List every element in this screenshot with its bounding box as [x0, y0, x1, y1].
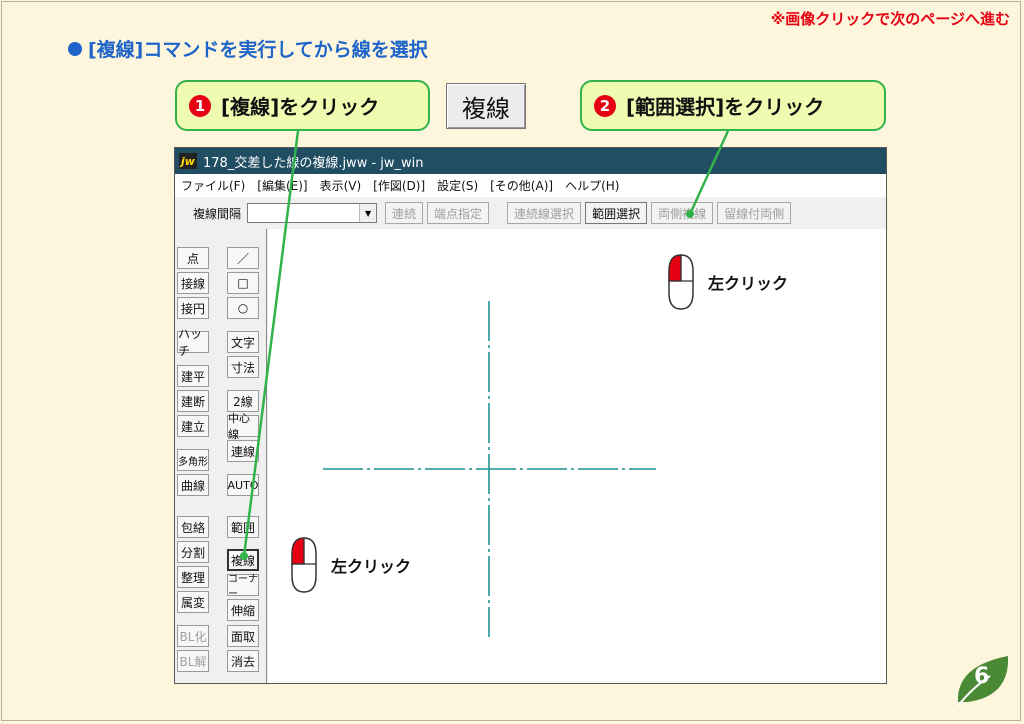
bullet-icon	[68, 41, 82, 56]
tool-elevation[interactable]: 建立	[177, 415, 209, 437]
page-number-badge[interactable]: 6	[952, 652, 1012, 708]
fukusen-button-enlarged: 複線	[446, 83, 526, 129]
continuous-line-select-button[interactable]: 連続線選択	[507, 202, 582, 224]
tool-block-explode[interactable]: BL解	[177, 650, 209, 672]
tool-organize[interactable]: 整理	[177, 566, 209, 588]
continuous-button[interactable]: 連続	[385, 202, 424, 224]
next-page-note[interactable]: ※画像クリックで次のページへ進む	[771, 8, 1010, 29]
page-number: 6	[974, 664, 990, 689]
menu-other[interactable]: [その他(A)]	[490, 177, 553, 194]
tool-text[interactable]: 文字	[227, 331, 259, 353]
tool-hatch[interactable]: ハッチ	[177, 327, 209, 358]
tool-point[interactable]: 点	[177, 247, 209, 269]
window-title: 178_交差した線の複線.jww - jw_win	[203, 155, 424, 171]
menu-view[interactable]: 表示(V)	[320, 177, 362, 194]
range-select-button[interactable]: 範囲選択	[585, 202, 648, 224]
tool-tangent-line[interactable]: 接線	[177, 272, 209, 294]
tool-range[interactable]: 範囲	[227, 516, 259, 538]
both-sides-button[interactable]: 両側複線	[651, 202, 714, 224]
tool-connect-line[interactable]: 連線	[227, 440, 259, 462]
left-click-mouse-icon	[668, 254, 694, 310]
left-click-mouse-icon	[291, 537, 317, 593]
callout-step-1-text: [複線]をクリック	[221, 95, 380, 119]
left-click-label-bottom: 左クリック	[331, 557, 412, 576]
tool-corner[interactable]: コーナー	[227, 574, 259, 600]
tool-envelope[interactable]: 包絡	[177, 516, 209, 538]
tool-chamfer[interactable]: 面取	[227, 625, 259, 647]
tool-center-line[interactable]: 中心線	[227, 412, 259, 441]
canvas-drawing	[323, 301, 656, 637]
tool-plan[interactable]: 建平	[177, 365, 209, 387]
tool-polygon[interactable]: 多角形	[177, 449, 209, 471]
tool-change-attribute[interactable]: 属変	[177, 591, 209, 613]
tool-divide[interactable]: 分割	[177, 541, 209, 563]
callout-step-1: 1 [複線]をクリック	[175, 80, 430, 131]
menu-file[interactable]: ファイル(F)	[181, 177, 245, 194]
jw-win-window: jw 178_交差した線の複線.jww - jw_win ファイル(F) [編集…	[174, 147, 887, 684]
drawing-canvas[interactable]	[268, 229, 886, 683]
tool-line[interactable]: ／	[227, 247, 259, 269]
menu-edit[interactable]: [編集(E)]	[257, 177, 307, 194]
tool-offset-line[interactable]: 複線	[227, 549, 259, 571]
control-bar: 複線間隔 ▼ 連続 端点指定 連続線選択 範囲選択 両側複線 留線付両側	[175, 197, 886, 230]
tool-rectangle[interactable]: □	[227, 272, 259, 294]
tool-circle[interactable]: ○	[227, 297, 259, 319]
endpoint-button[interactable]: 端点指定	[427, 202, 490, 224]
step-number-1: 1	[189, 94, 211, 117]
tool-block-create[interactable]: BL化	[177, 625, 209, 647]
tool-curve[interactable]: 曲線	[177, 474, 209, 496]
page-heading: [複線]コマンドを実行してから線を選択	[68, 35, 428, 62]
tool-erase[interactable]: 消去	[227, 650, 259, 672]
tool-stretch[interactable]: 伸縮	[227, 599, 259, 621]
callout-step-2: 2 [範囲選択]をクリック	[580, 80, 886, 131]
tool-dimension[interactable]: 寸法	[227, 356, 259, 378]
jw-app-icon: jw	[179, 153, 197, 169]
callout-step-2-text: [範囲選択]をクリック	[626, 95, 825, 119]
left-click-label-top: 左クリック	[708, 274, 789, 293]
tool-tangent-circle[interactable]: 接円	[177, 297, 209, 319]
window-titlebar: jw 178_交差した線の複線.jww - jw_win	[175, 148, 886, 174]
tool-auto[interactable]: AUTO	[227, 474, 259, 496]
menu-draw[interactable]: [作図(D)]	[373, 177, 425, 194]
tool-palette: 点 接線 接円 ハッチ 建平 建断 建立 多角形 曲線 包絡 分割 整理 属変 …	[175, 229, 267, 683]
tool-section[interactable]: 建断	[177, 390, 209, 412]
offset-distance-label: 複線間隔	[193, 206, 242, 221]
offset-distance-combo[interactable]: ▼	[247, 203, 378, 223]
tool-double-line[interactable]: 2線	[227, 390, 259, 412]
step-number-2: 2	[594, 94, 616, 117]
dropdown-arrow-icon[interactable]: ▼	[359, 204, 377, 222]
menu-help[interactable]: ヘルプ(H)	[565, 177, 619, 194]
both-sides-with-stop-button[interactable]: 留線付両側	[717, 202, 792, 224]
page-heading-text: [複線]コマンドを実行してから線を選択	[88, 39, 428, 61]
menu-settings[interactable]: 設定(S)	[437, 177, 478, 194]
menu-bar: ファイル(F) [編集(E)] 表示(V) [作図(D)] 設定(S) [その他…	[175, 174, 886, 197]
